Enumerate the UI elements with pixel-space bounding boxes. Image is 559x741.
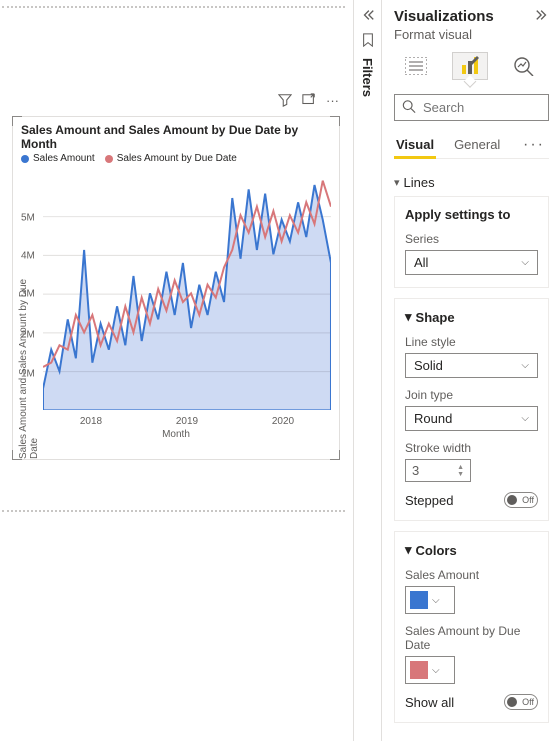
section-label: Shape xyxy=(416,310,455,325)
chevron-down-icon: ▾ xyxy=(394,176,400,189)
stepped-label: Stepped xyxy=(405,493,453,508)
select-value: All xyxy=(414,255,428,270)
resize-handle[interactable] xyxy=(330,116,340,126)
spinner-arrows-icon[interactable]: ▲▼ xyxy=(457,464,464,478)
filter-icon[interactable] xyxy=(278,93,292,110)
y-tick: 2M xyxy=(21,330,35,341)
chevron-down-icon: ▾ xyxy=(405,542,412,558)
color-series-label: Sales Amount by Due Date xyxy=(405,624,538,652)
chevron-down-icon: ▾ xyxy=(405,309,412,325)
chevron-down-icon: ⌵ xyxy=(521,360,529,371)
filters-pane-collapsed[interactable]: Filters xyxy=(354,0,382,741)
colors-card: ▾ Colors Sales Amount ⌵ Sales Amount by … xyxy=(394,531,549,723)
x-tick: 2018 xyxy=(80,416,102,427)
legend-label: Sales Amount by Due Date xyxy=(117,153,237,164)
apply-settings-title: Apply settings to xyxy=(405,207,538,222)
format-tabs: Visual General ··· xyxy=(394,131,549,159)
join-type-select[interactable]: Round ⌵ xyxy=(405,406,538,431)
chevron-down-icon: ⌵ xyxy=(432,595,440,606)
visualizations-pane: Visualizations Format visual Visual xyxy=(382,0,559,741)
tabs-more-icon[interactable]: ··· xyxy=(519,136,549,154)
chart-title: Sales Amount and Sales Amount by Due Dat… xyxy=(13,117,339,153)
resize-handle[interactable] xyxy=(330,450,340,460)
x-ticks: 2018 2019 2020 xyxy=(43,416,331,427)
section-shape[interactable]: ▾ Shape xyxy=(405,309,538,325)
chevron-down-icon: ⌵ xyxy=(432,665,440,676)
pane-subtitle: Format visual xyxy=(394,27,549,42)
legend-label: Sales Amount xyxy=(33,153,95,164)
y-tick: 4M xyxy=(21,251,35,262)
section-lines[interactable]: ▾ Lines xyxy=(394,169,549,196)
select-value: Round xyxy=(414,411,452,426)
bookmark-icon[interactable] xyxy=(361,33,375,50)
show-all-label: Show all xyxy=(405,695,454,710)
analytics-icon[interactable] xyxy=(506,52,542,80)
line-style-select[interactable]: Solid ⌵ xyxy=(405,353,538,378)
tab-general[interactable]: General xyxy=(452,131,502,158)
page-boundary-bottom xyxy=(2,510,345,512)
legend-swatch xyxy=(105,155,113,163)
section-label: Colors xyxy=(416,543,457,558)
expand-pane-icon[interactable] xyxy=(535,8,549,25)
select-value: Solid xyxy=(414,358,443,373)
more-options-icon[interactable]: ··· xyxy=(326,93,339,110)
focus-mode-icon[interactable] xyxy=(302,93,316,110)
search-input[interactable] xyxy=(394,94,549,121)
section-colors[interactable]: ▾ Colors xyxy=(405,542,538,558)
color-swatch xyxy=(410,591,428,609)
tab-visual[interactable]: Visual xyxy=(394,131,436,159)
y-tick: 1M xyxy=(21,368,35,379)
chevron-down-icon: ⌵ xyxy=(521,413,529,424)
search-field[interactable] xyxy=(394,94,549,121)
build-visual-icon[interactable] xyxy=(398,52,434,80)
color-swatch xyxy=(410,661,428,679)
color-picker-sales-amount[interactable]: ⌵ xyxy=(405,586,455,614)
stroke-width-label: Stroke width xyxy=(405,441,538,455)
x-tick: 2020 xyxy=(272,416,294,427)
y-tick: 3M xyxy=(21,289,35,300)
plot-area[interactable]: 5M 4M 3M 2M 1M xyxy=(43,172,331,412)
line-style-label: Line style xyxy=(405,335,538,349)
show-all-toggle[interactable]: Off xyxy=(504,694,538,710)
color-picker-sales-amount-due-date[interactable]: ⌵ xyxy=(405,656,455,684)
stroke-width-input[interactable]: 3 ▲▼ xyxy=(405,459,471,482)
chart-svg xyxy=(43,172,331,410)
page-boundary-top xyxy=(2,6,345,8)
search-icon xyxy=(402,99,416,116)
format-mode-switcher xyxy=(398,52,549,80)
join-type-label: Join type xyxy=(405,388,538,402)
x-tick: 2019 xyxy=(176,416,198,427)
line-chart-visual[interactable]: ··· Sales Amount and Sales Amount by Due… xyxy=(12,116,340,460)
input-value: 3 xyxy=(412,463,419,478)
x-axis-label: Month xyxy=(13,429,339,440)
color-series-label: Sales Amount xyxy=(405,568,538,582)
expand-filters-icon[interactable] xyxy=(361,8,375,25)
resize-handle[interactable] xyxy=(12,116,22,126)
filters-label: Filters xyxy=(360,58,375,97)
chart-legend: Sales Amount Sales Amount by Due Date xyxy=(13,153,339,168)
series-select[interactable]: All ⌵ xyxy=(405,250,538,275)
report-canvas: ··· Sales Amount and Sales Amount by Due… xyxy=(0,0,354,741)
stepped-toggle[interactable]: Off xyxy=(504,492,538,508)
apply-settings-card: Apply settings to Series All ⌵ xyxy=(394,196,549,288)
pane-title: Visualizations xyxy=(394,8,494,25)
format-visual-icon[interactable] xyxy=(452,52,488,80)
section-label: Lines xyxy=(404,175,435,190)
legend-swatch xyxy=(21,155,29,163)
chevron-down-icon: ⌵ xyxy=(521,257,529,268)
legend-item[interactable]: Sales Amount xyxy=(21,153,95,164)
visual-header-toolbar: ··· xyxy=(278,93,339,110)
y-tick: 5M xyxy=(21,212,35,223)
shape-card: ▾ Shape Line style Solid ⌵ Join type Rou… xyxy=(394,298,549,521)
legend-item[interactable]: Sales Amount by Due Date xyxy=(105,153,237,164)
series-label: Series xyxy=(405,232,538,246)
